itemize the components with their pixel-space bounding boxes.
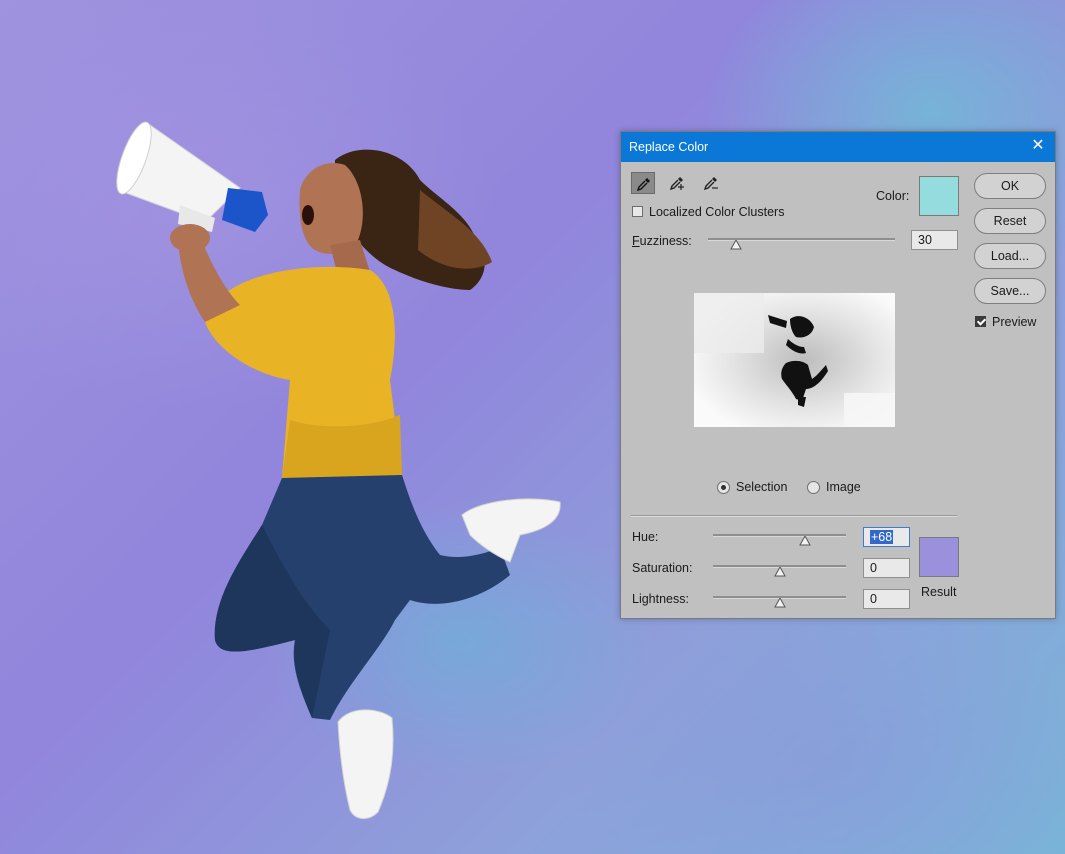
hue-slider-track[interactable]	[713, 534, 846, 537]
saturation-input[interactable]: 0	[863, 558, 910, 578]
person-illustration	[116, 121, 561, 819]
dialog-title: Replace Color	[629, 140, 709, 154]
dialog-titlebar[interactable]: Replace Color ✕	[621, 132, 1055, 162]
lightness-label: Lightness:	[632, 592, 689, 606]
result-color-swatch	[919, 537, 959, 577]
save-button[interactable]: Save...	[974, 278, 1046, 304]
saturation-label: Saturation:	[632, 561, 693, 575]
image-radio-label: Image	[826, 480, 861, 494]
subtract-from-sample-tool[interactable]	[699, 172, 723, 194]
color-label: Color:	[876, 189, 910, 203]
selection-radio[interactable]	[717, 481, 730, 494]
reset-button[interactable]: Reset	[974, 208, 1046, 234]
fuzziness-input[interactable]: 30	[911, 230, 958, 250]
fuzziness-label: Fuzziness:	[632, 234, 692, 248]
load-button[interactable]: Load...	[974, 243, 1046, 269]
preview-checkbox[interactable]	[975, 316, 986, 327]
preview-label: Preview	[992, 315, 1037, 329]
sample-color-swatch[interactable]	[919, 176, 959, 216]
image-radio[interactable]	[807, 481, 820, 494]
eyedropper-plus-icon	[669, 177, 684, 191]
eyedropper-icon	[636, 178, 650, 192]
close-icon[interactable]: ✕	[1027, 135, 1049, 157]
megaphone	[116, 121, 268, 232]
section-divider	[631, 515, 957, 517]
eyedropper-minus-icon	[703, 177, 718, 191]
hue-input[interactable]: +68	[863, 527, 910, 547]
selection-preview	[694, 293, 895, 427]
result-label: Result	[921, 585, 957, 599]
add-to-sample-tool[interactable]	[665, 172, 689, 194]
hue-label: Hue:	[632, 530, 659, 544]
lightness-input[interactable]: 0	[863, 589, 910, 609]
eyedropper-tool[interactable]	[631, 172, 655, 194]
replace-color-dialog: Replace Color ✕ Localized Color Clusters…	[620, 131, 1056, 619]
localized-color-clusters-checkbox[interactable]	[632, 206, 643, 217]
ok-button[interactable]: OK	[974, 173, 1046, 199]
localized-color-clusters-label: Localized Color Clusters	[649, 205, 785, 219]
selection-radio-label: Selection	[736, 480, 788, 494]
